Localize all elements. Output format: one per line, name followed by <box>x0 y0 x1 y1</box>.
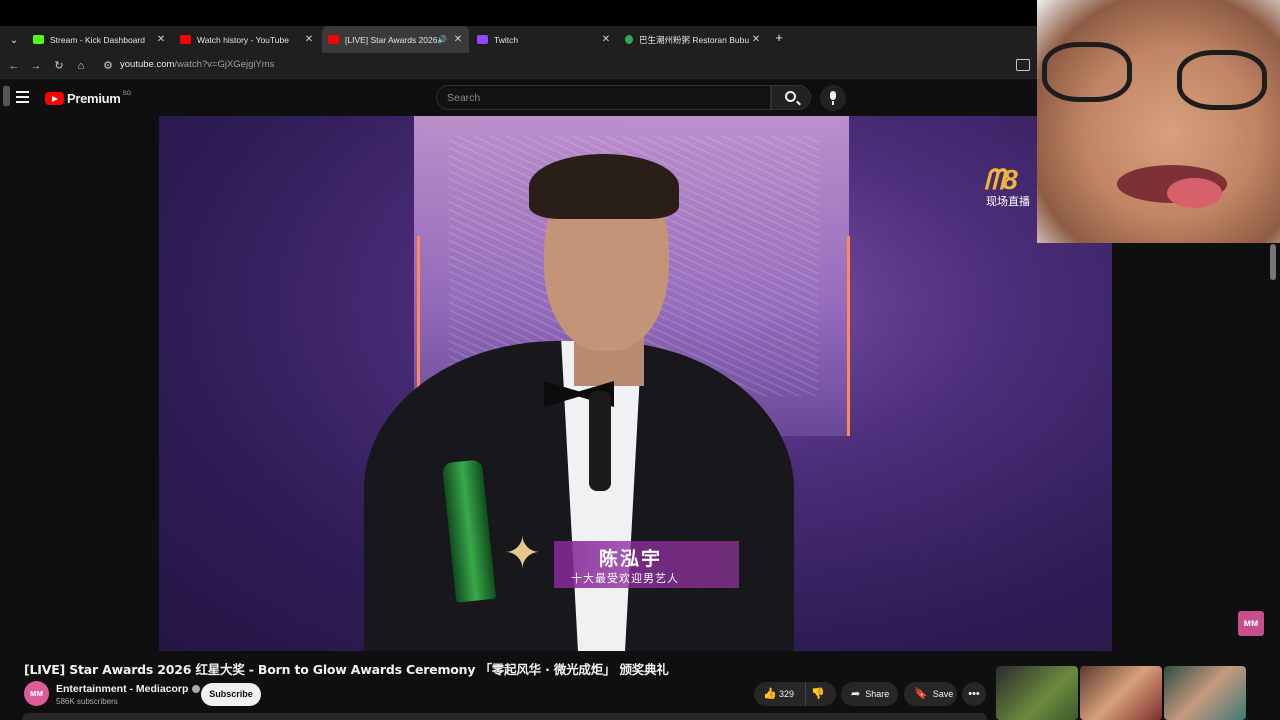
lower-third-subtitle: 十大最受欢迎男艺人 <box>571 572 679 585</box>
address-bar[interactable]: youtube.com/watch?v=GjXGejgiYms <box>120 59 274 70</box>
twitch-favicon-icon <box>477 35 488 44</box>
maps-favicon-icon <box>625 35 633 44</box>
youtube-play-icon <box>45 92 64 105</box>
youtube-favicon-icon <box>328 35 339 44</box>
logo-number: 8 <box>1002 164 1018 195</box>
mediacorp-watermark-icon: ᴍᴍ <box>1238 611 1264 636</box>
streamer-webcam-overlay <box>1037 0 1280 243</box>
youtube-favicon-icon <box>180 35 191 44</box>
tab-restoran-bubur[interactable]: 巴生潮州粉粥 Restoran Bubur C ✕ <box>619 26 767 53</box>
stage-light-right <box>847 236 850 436</box>
tab-title: [LIVE] Star Awards 2026 红星 <box>345 34 438 45</box>
presenter-hair <box>529 154 679 219</box>
related-video-thumbnail[interactable] <box>1164 666 1246 720</box>
page-scrollbar[interactable] <box>1270 244 1276 280</box>
back-arrow-icon[interactable]: ← <box>5 57 23 75</box>
speaker-icon[interactable]: 🔊 <box>437 35 447 44</box>
subscribe-button[interactable]: Subscribe <box>201 683 261 706</box>
url-path: /watch?v=GjXGejgiYms <box>174 59 275 70</box>
star-emblem-icon: ✦ <box>504 529 541 578</box>
subscriber-count: 586K subscribers <box>56 697 118 706</box>
tab-twitch[interactable]: Twitch ✕ <box>471 26 617 53</box>
tab-close-icon[interactable]: ✕ <box>451 34 465 45</box>
channel-8-logo: ᗰ8 现场直播 <box>984 164 1044 209</box>
thumbs-down-icon: 👎 <box>811 688 825 700</box>
related-video-thumbnail[interactable] <box>1080 666 1162 720</box>
description-box[interactable] <box>22 713 987 720</box>
tab-close-icon[interactable]: ✕ <box>154 34 168 45</box>
like-button[interactable]: 👍 329 <box>754 682 806 706</box>
search-box <box>436 85 771 110</box>
share-button[interactable]: ➦ Share <box>841 682 898 706</box>
video-title: [LIVE] Star Awards 2026 红星大奖 - Born to G… <box>24 662 669 677</box>
like-count: 329 <box>779 689 795 699</box>
tab-title: Watch history - YouTube <box>197 34 289 45</box>
live-caption: 现场直播 <box>986 195 1030 208</box>
tab-title: Twitch <box>494 34 519 45</box>
share-arrow-icon: ➦ <box>851 688 861 700</box>
microphone-icon <box>830 91 836 100</box>
url-host: youtube.com <box>120 59 175 70</box>
related-video-thumbnail[interactable] <box>996 666 1078 720</box>
country-code: SG <box>122 90 132 97</box>
search-icon <box>785 91 796 102</box>
webcam-glasses-right <box>1177 50 1267 110</box>
save-label: Save <box>932 689 954 699</box>
lower-third: 陈泓宇 十大最受欢迎男艺人 <box>554 541 739 588</box>
tab-title: Stream - Kick Dashboard <box>50 34 145 45</box>
share-label: Share <box>865 689 890 699</box>
youtube-premium-logo[interactable]: Premium SG <box>45 91 131 106</box>
tab-kick-dashboard[interactable]: Stream - Kick Dashboard ✕ <box>27 26 172 53</box>
lower-third-name: 陈泓宇 <box>599 548 663 570</box>
home-icon[interactable]: ⌂ <box>72 57 90 75</box>
tab-close-icon[interactable]: ✕ <box>302 34 316 45</box>
tab-watch-history[interactable]: Watch history - YouTube ✕ <box>174 26 320 53</box>
bookmark-icon: 🔖 <box>914 688 928 700</box>
webcam-glasses-left <box>1042 42 1132 102</box>
channel-name-text: Entertainment - Mediacorp <box>56 683 189 695</box>
tab-star-awards[interactable]: [LIVE] Star Awards 2026 红星 🔊 ✕ <box>322 26 469 53</box>
site-settings-icon[interactable]: ⚙ <box>99 57 117 75</box>
thumbs-up-icon: 👍 <box>763 688 777 700</box>
search-input[interactable] <box>437 86 770 109</box>
voice-search-button[interactable] <box>820 85 846 111</box>
webcam-tongue <box>1167 178 1222 208</box>
handheld-microphone <box>589 391 611 491</box>
m-logo-glyph: ᗰ <box>984 164 1004 195</box>
logo-word: Premium <box>67 91 121 106</box>
reload-icon[interactable]: ↻ <box>50 57 68 75</box>
hamburger-menu-icon[interactable] <box>16 91 29 103</box>
tab-title: 巴生潮州粉粥 Restoran Bubur C <box>639 34 749 45</box>
channel-avatar[interactable]: ᴍᴍ <box>24 681 49 706</box>
more-actions-icon[interactable]: ••• <box>962 682 986 706</box>
save-button[interactable]: 🔖 Save <box>904 682 957 706</box>
cast-icon[interactable] <box>1016 59 1030 71</box>
forward-arrow-icon[interactable]: → <box>27 57 45 75</box>
channel-name[interactable]: Entertainment - Mediacorp <box>56 683 201 695</box>
search-button[interactable] <box>771 85 811 110</box>
dislike-button[interactable]: 👎 <box>811 682 825 706</box>
verified-badge-icon <box>192 685 201 694</box>
window-edge-handle <box>3 86 10 106</box>
tab-search-chevron-icon[interactable]: ⌄ <box>5 31 23 49</box>
kick-favicon-icon <box>33 35 44 44</box>
video-player[interactable]: ✦ 陈泓宇 十大最受欢迎男艺人 ᗰ8 现场直播 <box>159 116 1112 651</box>
like-dislike-group: 👍 329 👎 <box>754 682 836 706</box>
tab-close-icon[interactable]: ✕ <box>599 34 613 45</box>
new-tab-plus-icon[interactable]: + <box>771 30 787 48</box>
tab-close-icon[interactable]: ✕ <box>749 34 763 45</box>
